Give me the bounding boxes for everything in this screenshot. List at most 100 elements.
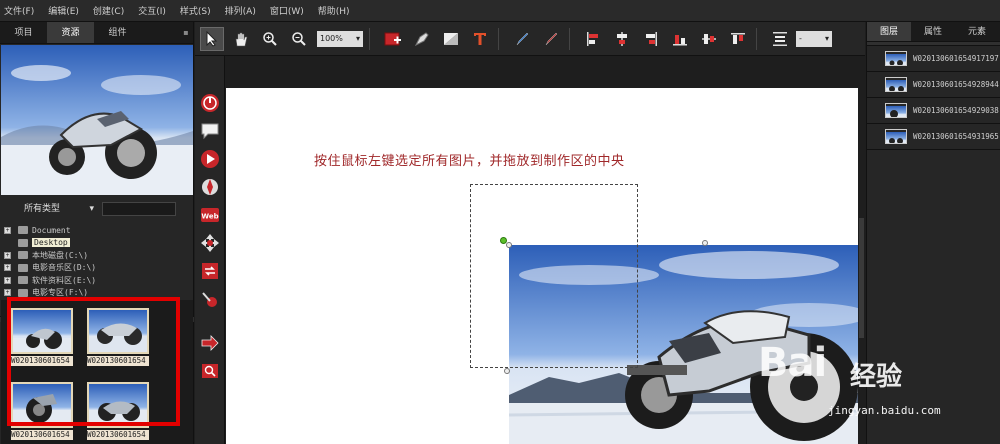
tab-components[interactable]: 组件 <box>94 22 141 43</box>
menu-arrange[interactable]: 排列(A) <box>225 4 256 17</box>
shape-tool-button[interactable] <box>439 27 463 51</box>
tab-resources[interactable]: 资源 <box>47 22 94 43</box>
scrollbar-thumb[interactable] <box>859 218 864 338</box>
resize-handle-top-left[interactable] <box>506 242 512 248</box>
next-tool-button[interactable] <box>199 332 221 354</box>
tree-item-label: Document <box>32 225 71 235</box>
expand-icon[interactable]: + <box>4 226 11 234</box>
layer-thumbnail <box>885 129 907 144</box>
brush-tool-button[interactable] <box>510 27 534 51</box>
align-bottom-button[interactable] <box>668 27 692 51</box>
zoom-level-select[interactable]: 100% ▾ <box>317 30 363 47</box>
zoom-out-button[interactable] <box>287 27 311 51</box>
menu-window[interactable]: 窗口(W) <box>270 4 304 17</box>
pointer-tool-button[interactable] <box>200 26 224 51</box>
align-right-button[interactable] <box>639 27 663 51</box>
filter-search-input[interactable] <box>102 202 176 216</box>
expand-icon[interactable]: + <box>4 289 11 297</box>
menu-help[interactable]: 帮助(H) <box>318 4 350 17</box>
layer-row[interactable]: W020130601654929038 <box>867 98 1000 124</box>
tree-item-document[interactable]: + Document <box>4 224 190 237</box>
zoom-in-button[interactable] <box>258 27 282 51</box>
menu-create[interactable]: 创建(C) <box>93 4 124 17</box>
check-tool-button[interactable] <box>199 288 221 310</box>
spacing-select[interactable]: - ▾ <box>796 30 832 47</box>
tab-elements[interactable]: 元素 <box>955 22 999 41</box>
tree-item-drive-c[interactable]: + 本地磁盘(C:\) <box>4 249 190 262</box>
align-top-button[interactable] <box>726 27 750 51</box>
layer-thumbnail <box>885 77 907 92</box>
zoom-in-icon <box>263 31 277 46</box>
resize-handle-top[interactable] <box>702 240 708 246</box>
type-filter-select[interactable]: 所有类型 ▾ <box>20 201 98 217</box>
menu-style[interactable]: 样式(S) <box>180 4 211 17</box>
baidu-jingyan-watermark: Bai 经验 jingyan.baidu.com <box>758 340 978 434</box>
highlight-annotation-box <box>7 297 180 426</box>
app-window: 文件(F) 编辑(E) 创建(C) 交互(I) 样式(S) 排列(A) 窗口(W… <box>0 0 1000 444</box>
tree-item-label: 电影音乐区(D:\) <box>32 263 97 273</box>
tab-properties[interactable]: 属性 <box>911 22 955 41</box>
tab-project[interactable]: 项目 <box>0 22 47 43</box>
distribute-spacing-button[interactable] <box>768 27 792 51</box>
expand-icon[interactable]: + <box>4 251 11 259</box>
resize-handle-left[interactable] <box>504 368 510 374</box>
hand-icon <box>235 32 248 46</box>
expand-icon[interactable]: + <box>4 264 11 272</box>
watermark-url: jingyan.baidu.com <box>828 404 941 417</box>
main-toolbar: 100% ▾ - ▾ <box>195 22 865 56</box>
vertical-tool-strip: Web <box>195 56 225 444</box>
filter-bar: 所有类型 ▾ <box>0 198 194 220</box>
align-bottom-icon <box>673 34 687 45</box>
menu-edit[interactable]: 编辑(E) <box>48 4 79 17</box>
selection-marquee <box>470 184 638 368</box>
record-tool-button[interactable] <box>199 92 221 114</box>
navigate-tool-button[interactable] <box>199 176 221 198</box>
pen-tool-button[interactable] <box>410 27 434 51</box>
zoom-level-value: 100% <box>320 33 343 43</box>
check-icon <box>202 292 217 307</box>
add-image-icon <box>384 32 401 45</box>
web-tool-button[interactable]: Web <box>199 204 221 226</box>
play-tool-button[interactable] <box>199 148 221 170</box>
thumbnail-caption: W020130601654 <box>11 430 73 440</box>
layer-row[interactable]: W020130601654917197 <box>867 46 1000 72</box>
play-icon <box>201 150 219 168</box>
tab-layers[interactable]: 图层 <box>867 22 911 41</box>
align-left-button[interactable] <box>581 27 605 51</box>
spacing-value: - <box>799 33 802 43</box>
navigate-icon <box>202 179 218 195</box>
menu-bar: 文件(F) 编辑(E) 创建(C) 交互(I) 样式(S) 排列(A) 窗口(W… <box>0 0 1000 22</box>
pencil-tool-button[interactable] <box>539 27 563 51</box>
tree-item-drive-e[interactable]: + 软件资料区(E:\) <box>4 274 190 287</box>
tree-item-desktop[interactable]: Desktop <box>4 237 190 250</box>
align-middle-icon <box>702 33 716 44</box>
align-middle-button[interactable] <box>697 27 721 51</box>
swap-tool-button[interactable] <box>199 260 221 282</box>
hand-tool-button[interactable] <box>229 27 253 51</box>
layer-name: W020130601654929038 <box>913 106 999 115</box>
comment-icon <box>201 123 219 140</box>
add-image-button[interactable] <box>381 27 405 51</box>
panel-menu-icon[interactable]: ▪ <box>179 22 193 43</box>
folder-icon <box>18 251 28 260</box>
align-top-icon <box>731 32 745 44</box>
tree-item-drive-d[interactable]: + 电影音乐区(D:\) <box>4 262 190 275</box>
layer-row[interactable]: W020130601654931965 <box>867 124 1000 150</box>
menu-interact[interactable]: 交互(I) <box>138 4 166 17</box>
text-tool-button[interactable] <box>468 27 492 51</box>
align-right-icon <box>646 31 657 46</box>
move-tool-button[interactable] <box>199 232 221 254</box>
align-center-button[interactable] <box>610 27 634 51</box>
brush-icon <box>516 32 529 45</box>
swap-icon <box>202 263 218 279</box>
layer-row[interactable]: W020130601654928944 <box>867 72 1000 98</box>
layers-panel-tabs: 图层 属性 元素 <box>867 22 1000 42</box>
expand-icon[interactable]: + <box>4 276 11 284</box>
menu-file[interactable]: 文件(F) <box>4 4 34 17</box>
align-center-icon <box>617 31 627 46</box>
type-filter-value: 所有类型 <box>24 204 61 214</box>
chevron-down-icon: ▾ <box>355 33 360 43</box>
chevron-down-icon: ▾ <box>824 33 829 43</box>
search-tool-button[interactable] <box>199 360 221 382</box>
comment-tool-button[interactable] <box>199 120 221 142</box>
